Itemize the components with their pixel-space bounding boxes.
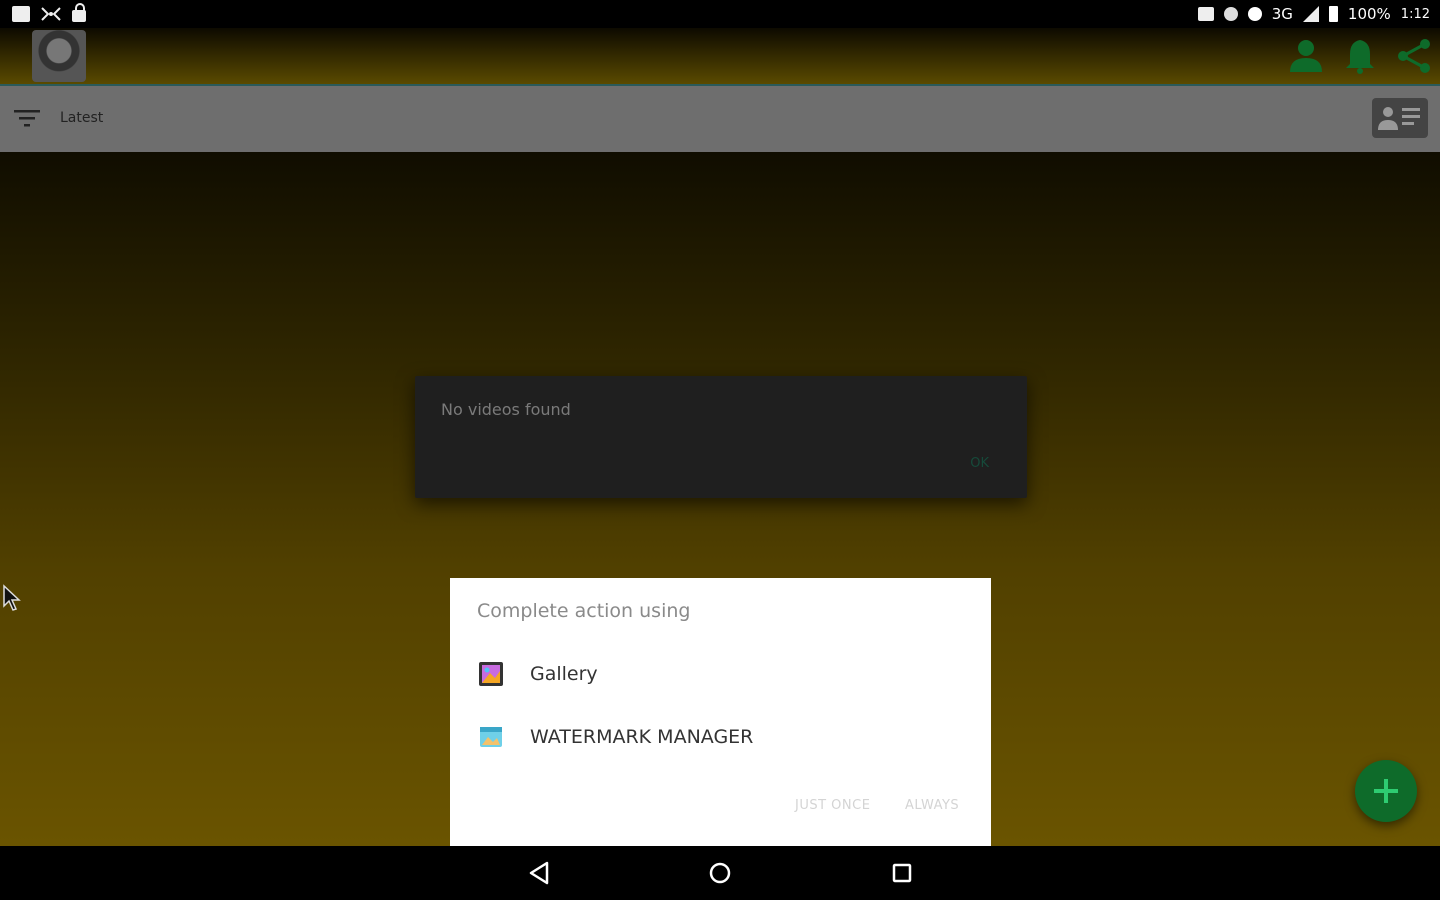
back-icon[interactable] [525, 858, 555, 888]
hotspot-icon [1223, 7, 1238, 21]
always-button[interactable]: ALWAYS [905, 798, 959, 813]
sort-label[interactable]: Latest [60, 110, 103, 126]
status-bar: 3G 100% 1:12 [0, 0, 1440, 28]
no-videos-dialog: No videos found OK [415, 376, 1027, 498]
dialog-message: No videos found [441, 400, 571, 419]
notification-icon [12, 6, 30, 22]
contact-card-icon[interactable] [1372, 98, 1428, 138]
home-icon[interactable] [705, 858, 735, 888]
mouse-cursor-icon [3, 584, 21, 611]
chooser-item-label: Gallery [530, 663, 598, 685]
bell-icon[interactable] [1340, 36, 1380, 76]
clock: 1:12 [1400, 6, 1430, 22]
cast-icon [1197, 7, 1214, 21]
signal-sync-icon [41, 7, 61, 21]
just-once-button[interactable]: JUST ONCE [795, 798, 870, 813]
ok-button[interactable]: OK [970, 456, 989, 471]
chooser-item-watermark-manager[interactable]: WATERMARK MANAGER [450, 709, 991, 765]
share-icon[interactable] [1393, 36, 1433, 76]
battery-level: 100% [1347, 5, 1391, 23]
watermark-manager-app-icon [480, 727, 502, 747]
gallery-app-icon [479, 662, 503, 686]
chooser-title: Complete action using [477, 600, 691, 622]
recents-icon[interactable] [887, 858, 917, 888]
app-bar [0, 28, 1440, 84]
chooser-item-gallery[interactable]: Gallery [450, 646, 991, 702]
person-icon[interactable] [1286, 36, 1326, 76]
plus-icon [1374, 779, 1398, 803]
app-chooser-sheet: Complete action using Gallery WATERMARK … [450, 578, 991, 846]
filter-icon[interactable] [14, 108, 40, 130]
add-fab-button[interactable] [1355, 760, 1417, 822]
cellular-signal-icon [1302, 6, 1319, 22]
chooser-item-label: WATERMARK MANAGER [530, 726, 754, 748]
lock-icon [72, 3, 86, 22]
battery-icon [1328, 6, 1338, 22]
do-not-disturb-icon [1247, 7, 1262, 21]
network-type: 3G [1271, 5, 1293, 23]
system-nav-bar [0, 846, 1440, 900]
avatar[interactable] [32, 30, 86, 82]
filter-bar: Latest [0, 84, 1440, 152]
